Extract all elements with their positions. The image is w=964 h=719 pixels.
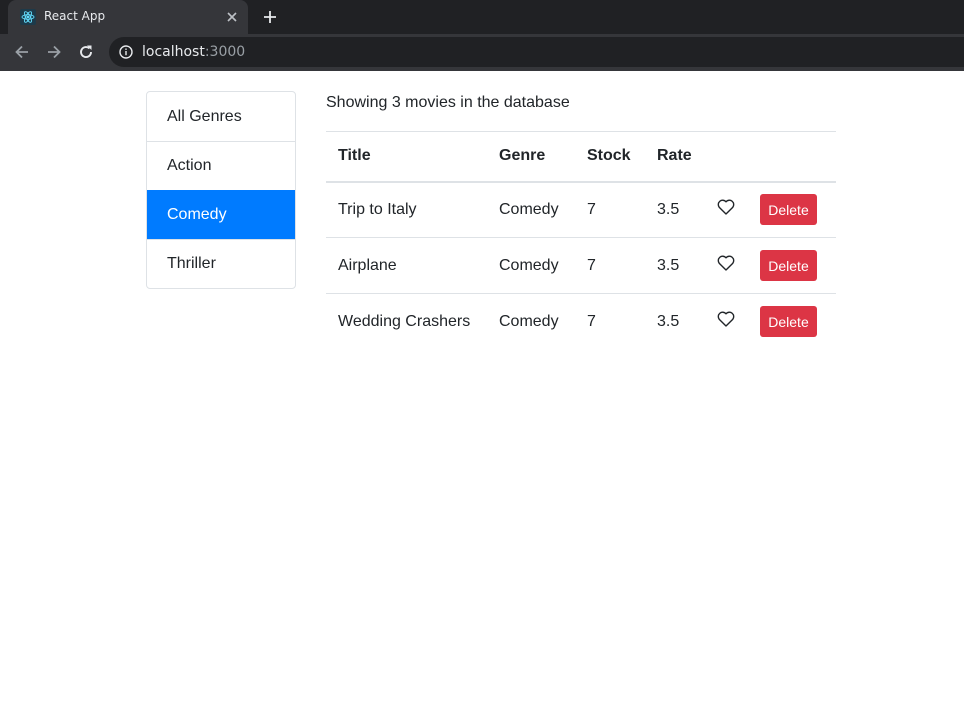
movie-rate: 3.5	[645, 293, 705, 350]
genre-list: All Genres Action Comedy Thriller	[146, 91, 296, 289]
table-header-row: Title Genre Stock Rate	[326, 131, 836, 183]
table-row: Wedding Crashers Comedy 7 3.5 Delete	[326, 293, 836, 350]
actions-cell: Delete	[748, 293, 836, 350]
delete-button[interactable]: Delete	[760, 194, 817, 226]
close-icon[interactable]	[224, 9, 240, 25]
movie-rate: 3.5	[645, 237, 705, 294]
movie-genre: Comedy	[499, 200, 559, 218]
movie-stock: 7	[587, 200, 596, 218]
movie-title: Trip to Italy	[338, 200, 417, 218]
column-header-like	[705, 131, 748, 183]
table-row: Trip to Italy Comedy 7 3.5 Delete	[326, 182, 836, 238]
column-header-stock[interactable]: Stock	[575, 131, 645, 183]
browser-tab[interactable]: React App	[8, 0, 248, 34]
column-header-rate[interactable]: Rate	[645, 131, 705, 183]
reload-icon[interactable]	[77, 43, 95, 61]
browser-toolbar: localhost:3000	[0, 34, 964, 71]
genre-item-action[interactable]: Action	[147, 141, 295, 190]
url-host: localhost	[142, 44, 205, 60]
movie-genre: Comedy	[487, 293, 575, 350]
heart-outline-icon[interactable]	[717, 311, 735, 327]
back-arrow-icon[interactable]	[13, 43, 31, 61]
column-header-genre[interactable]: Genre	[487, 131, 575, 183]
browser-tabstrip: React App	[0, 0, 964, 34]
column-header-actions	[748, 131, 836, 183]
heart-outline-icon[interactable]	[717, 199, 735, 215]
movie-genre: Comedy	[487, 237, 575, 294]
movies-table: Title Genre Stock Rate Trip to Italy Com…	[326, 131, 836, 350]
movie-stock: 7	[575, 293, 645, 350]
table-row: Airplane Comedy 7 3.5 Delete	[326, 237, 836, 294]
actions-cell: Delete	[748, 182, 836, 238]
heart-outline-icon[interactable]	[717, 255, 735, 271]
delete-button[interactable]: Delete	[760, 306, 817, 338]
genre-item-thriller[interactable]: Thriller	[147, 239, 295, 288]
movie-count-summary: Showing 3 movies in the database	[326, 94, 570, 111]
genre-item-all-genres[interactable]: All Genres	[147, 92, 295, 141]
url-text: localhost:3000	[142, 44, 245, 60]
movie-rate: 3.5	[657, 200, 680, 218]
url-port: :3000	[204, 44, 246, 60]
like-cell	[705, 237, 748, 294]
genre-item-comedy[interactable]: Comedy	[147, 190, 295, 239]
forward-arrow-icon[interactable]	[45, 43, 63, 61]
like-cell	[705, 293, 748, 350]
tab-title: React App	[44, 9, 106, 23]
new-tab-icon[interactable]	[262, 9, 278, 25]
like-cell	[705, 182, 748, 238]
address-bar[interactable]: localhost:3000	[109, 37, 964, 67]
movie-title: Airplane	[326, 237, 487, 294]
info-icon[interactable]	[119, 45, 133, 59]
column-header-title[interactable]: Title	[326, 131, 487, 183]
page-content: All Genres Action Comedy Thriller Showin…	[0, 71, 964, 719]
react-logo-icon	[20, 9, 36, 25]
movie-stock: 7	[575, 237, 645, 294]
delete-button[interactable]: Delete	[760, 250, 817, 281]
movie-title: Wedding Crashers	[326, 293, 487, 350]
actions-cell: Delete	[748, 237, 836, 294]
